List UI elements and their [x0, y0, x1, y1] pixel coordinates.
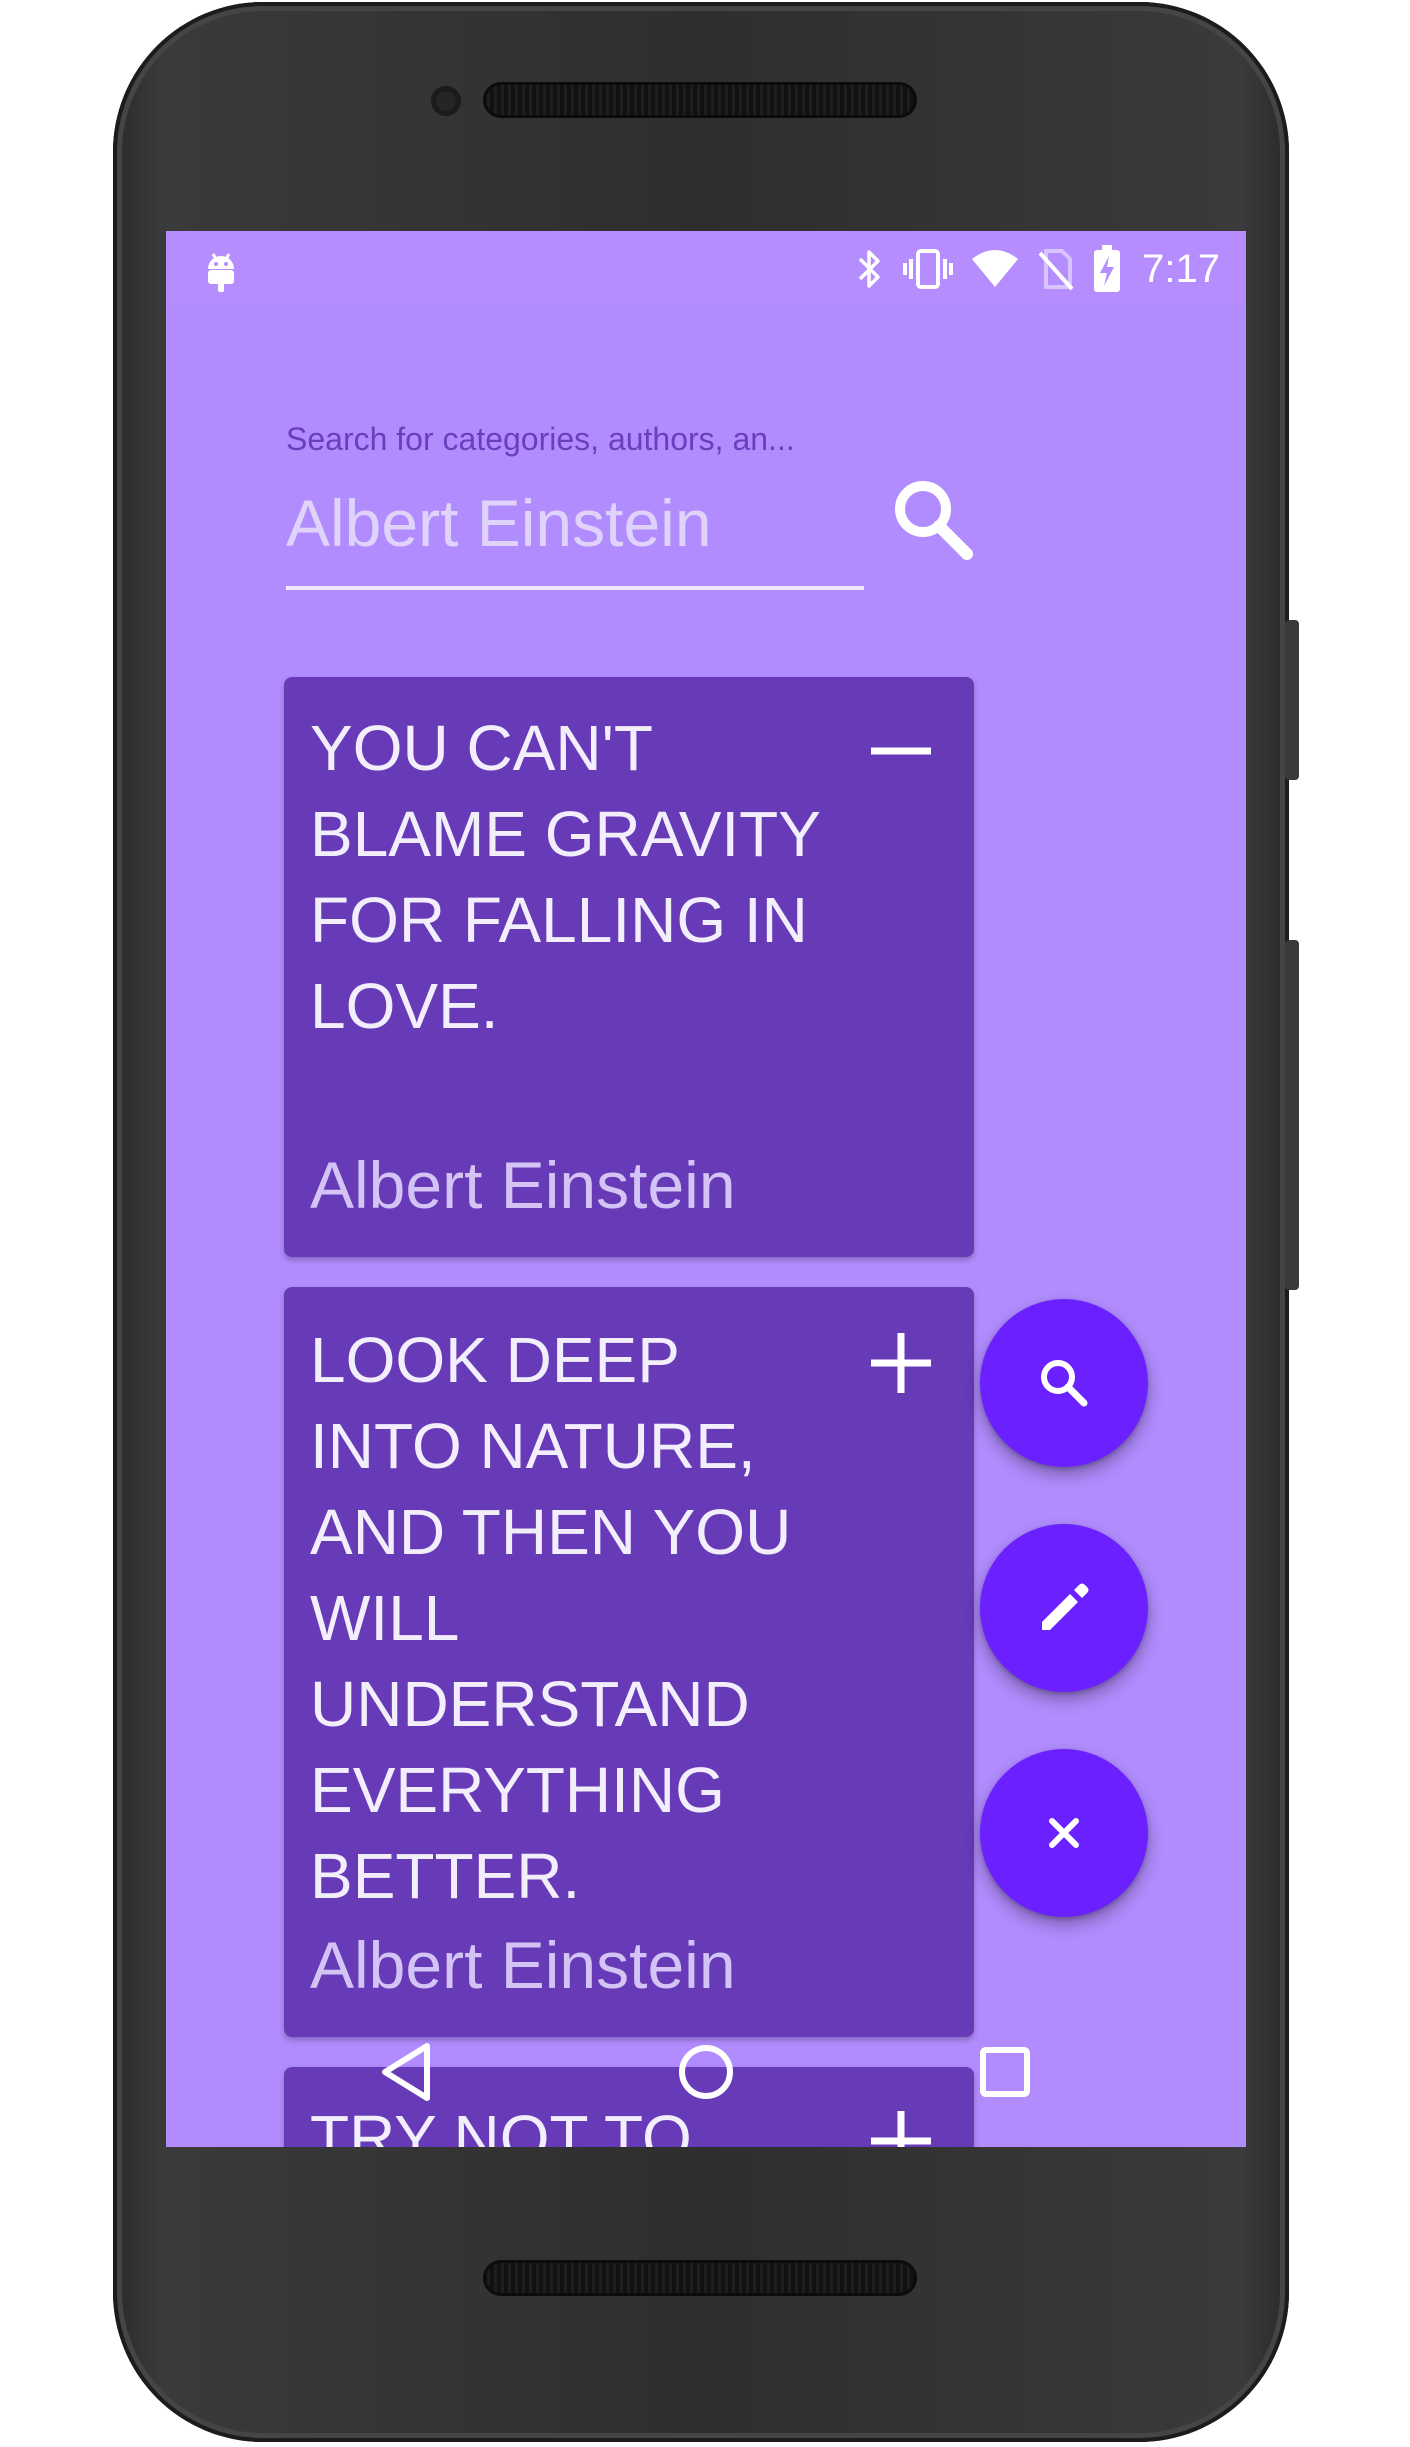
- android-debug-icon: [208, 253, 234, 292]
- front-camera: [431, 86, 461, 116]
- expand-button[interactable]: [866, 1328, 936, 1398]
- quote-author: Albert Einstein: [310, 1148, 736, 1222]
- volume-button: [1285, 940, 1299, 1290]
- quote-card[interactable]: LOOK DEEP INTO NATURE, AND THEN YOU WILL…: [284, 1287, 974, 2037]
- quote-text: YOU CAN'T BLAME GRAVITY FOR FALLING IN L…: [310, 712, 820, 1042]
- quote-text: LOOK DEEP INTO NATURE, AND THEN YOU WILL…: [310, 1324, 792, 1912]
- navigation-bar: [166, 2027, 1246, 2117]
- plus-icon: [871, 1333, 931, 1393]
- search-input[interactable]: Albert Einstein: [286, 490, 862, 556]
- close-fab[interactable]: [980, 1749, 1148, 1917]
- collapse-button[interactable]: [866, 716, 936, 786]
- search-underline: [286, 586, 864, 590]
- recents-icon[interactable]: [965, 2032, 1045, 2112]
- back-icon[interactable]: [367, 2032, 447, 2112]
- search-fab[interactable]: [980, 1299, 1148, 1467]
- wifi-icon: [972, 250, 1019, 287]
- quote-author: Albert Einstein: [310, 1928, 736, 2002]
- status-icons: 7:17: [852, 243, 1220, 295]
- power-button: [1285, 620, 1299, 780]
- vibrate-icon: [903, 249, 954, 289]
- search-hint: Search for categories, authors, an...: [286, 421, 795, 457]
- app-screen: 7:17 Search for categories, authors, an.…: [166, 231, 1246, 2147]
- quote-card[interactable]: YOU CAN'T BLAME GRAVITY FOR FALLING IN L…: [284, 677, 974, 1257]
- search-icon: [1041, 1360, 1088, 1407]
- no-sim-icon: [1038, 249, 1074, 291]
- edit-fab[interactable]: [980, 1524, 1148, 1692]
- top-speaker: [483, 82, 917, 118]
- battery-charging-icon: [1094, 245, 1121, 292]
- home-icon[interactable]: [666, 2032, 746, 2112]
- bluetooth-icon: [858, 250, 880, 288]
- search-icon: [895, 481, 973, 560]
- search-button[interactable]: [883, 471, 983, 571]
- edit-icon: [1042, 1583, 1089, 1630]
- bottom-speaker: [483, 2260, 917, 2296]
- clock: 7:17: [1142, 246, 1220, 291]
- status-bar: 7:17: [166, 231, 1246, 306]
- close-icon: [1049, 1818, 1079, 1848]
